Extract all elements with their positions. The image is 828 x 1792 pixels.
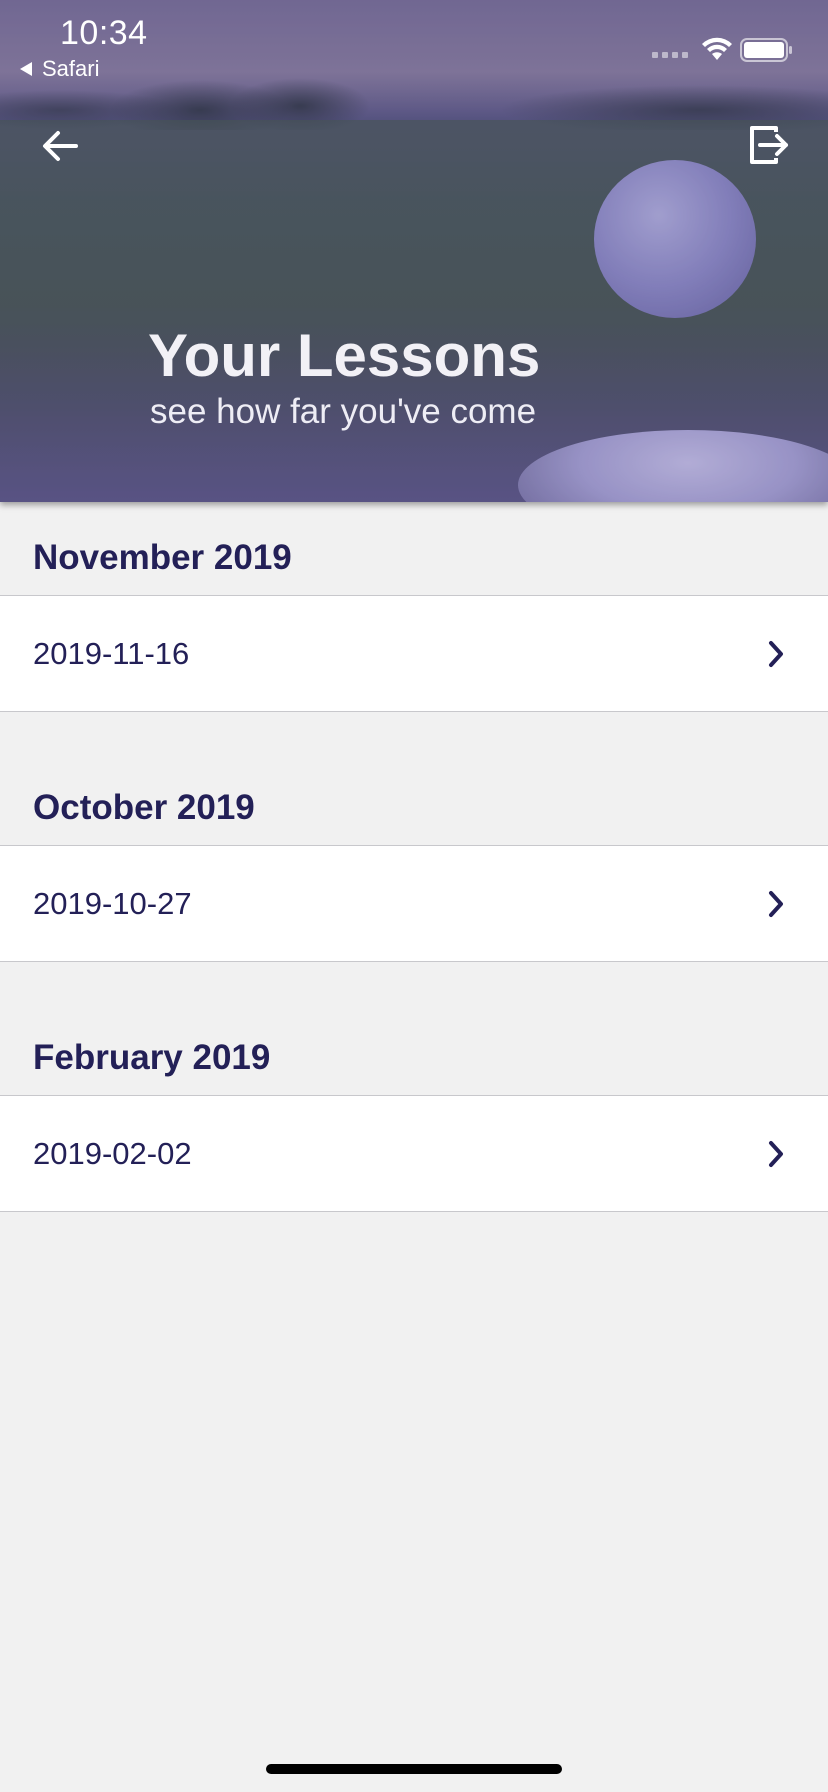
chevron-right-icon	[769, 1141, 783, 1167]
section-header-october-2019: October 2019	[0, 712, 828, 846]
arrow-left-icon[interactable]	[38, 124, 82, 168]
section-header-november-2019: November 2019	[0, 502, 828, 596]
home-indicator[interactable]	[266, 1764, 562, 1774]
exit-icon[interactable]	[746, 122, 792, 168]
page-title: Your Lessons	[148, 322, 541, 389]
header-banner: 10:34 Safari Your Lessons see how far yo…	[0, 0, 828, 502]
lesson-date: 2019-02-02	[33, 1135, 192, 1171]
back-triangle-icon	[20, 62, 32, 76]
status-back-to-app[interactable]: Safari	[20, 56, 99, 82]
page-subtitle: see how far you've come	[150, 392, 537, 431]
status-back-label: Safari	[42, 56, 100, 81]
lessons-list: November 2019 2019-11-16 October 2019 20…	[0, 502, 828, 1212]
lesson-row[interactable]: 2019-10-27	[0, 846, 828, 962]
battery-icon	[740, 38, 792, 62]
chevron-right-icon	[769, 641, 783, 667]
status-time: 10:34	[60, 14, 148, 52]
section-header-february-2019: February 2019	[0, 962, 828, 1096]
lesson-date: 2019-11-16	[33, 635, 190, 671]
chevron-right-icon	[769, 891, 783, 917]
cellular-signal-icon	[652, 52, 688, 58]
lesson-row[interactable]: 2019-02-02	[0, 1096, 828, 1212]
lesson-row[interactable]: 2019-11-16	[0, 596, 828, 712]
wifi-icon	[702, 37, 732, 60]
lesson-date: 2019-10-27	[33, 885, 192, 921]
